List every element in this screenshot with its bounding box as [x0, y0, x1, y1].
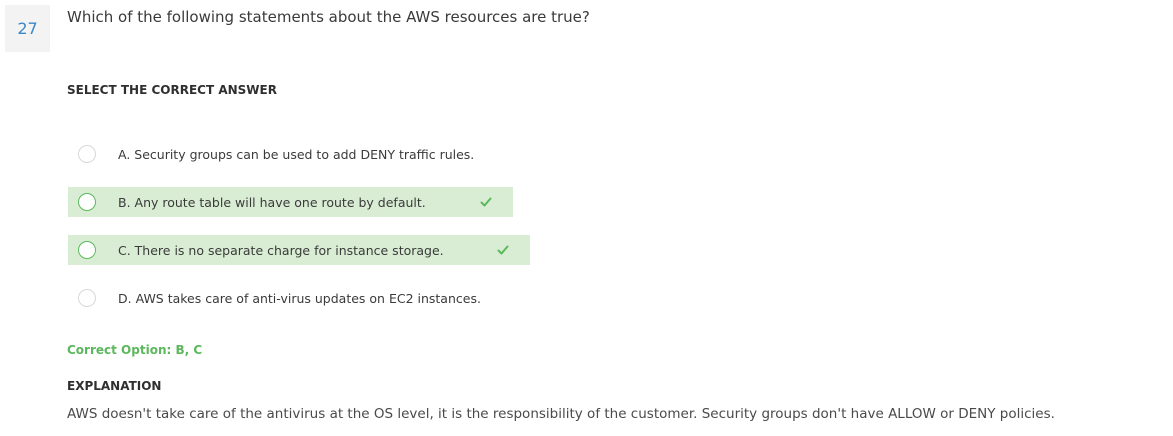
select-answer-heading: SELECT THE CORRECT ANSWER: [67, 83, 277, 97]
question-number: 27: [5, 5, 50, 52]
option-label: A. Security groups can be used to add DE…: [118, 146, 475, 162]
option-label: D. AWS takes care of anti-virus updates …: [118, 290, 481, 306]
correct-option-text: Correct Option: B, C: [67, 343, 203, 357]
option-label: B. Any route table will have one route b…: [118, 194, 426, 210]
option-a[interactable]: A. Security groups can be used to add DE…: [68, 139, 518, 169]
radio-button[interactable]: [78, 241, 96, 259]
radio-button[interactable]: [78, 289, 96, 307]
checkmark-icon: [497, 245, 509, 255]
option-d[interactable]: D. AWS takes care of anti-virus updates …: [68, 283, 528, 313]
checkmark-icon: [480, 197, 492, 207]
explanation-heading: EXPLANATION: [67, 379, 162, 393]
explanation-text: AWS doesn't take care of the antivirus a…: [67, 406, 1055, 422]
radio-button[interactable]: [78, 193, 96, 211]
option-label: C. There is no separate charge for insta…: [118, 242, 444, 258]
radio-button[interactable]: [78, 145, 96, 163]
option-b[interactable]: B. Any route table will have one route b…: [68, 187, 513, 217]
question-text: Which of the following statements about …: [67, 8, 590, 26]
option-c[interactable]: C. There is no separate charge for insta…: [68, 235, 530, 265]
